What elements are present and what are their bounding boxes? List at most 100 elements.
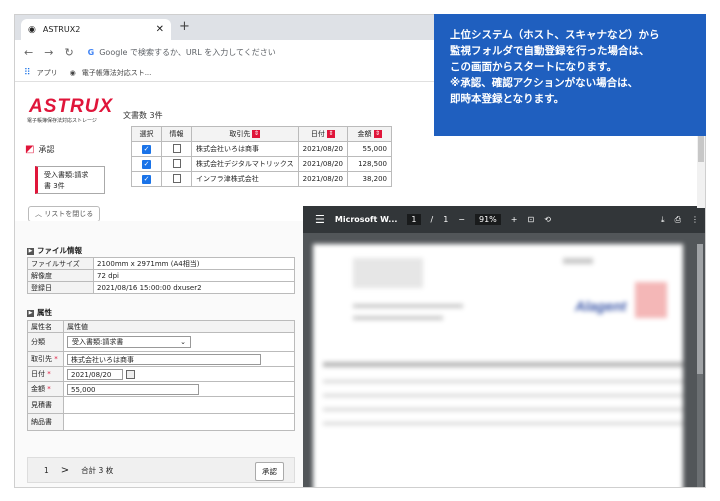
- estimate-field[interactable]: [63, 396, 295, 414]
- row-date: 2021/08/20: [297, 141, 349, 157]
- document-icon[interactable]: [172, 173, 181, 183]
- table-line: [323, 408, 683, 411]
- logo-subtitle: 電子帳簿保存法対応ストレージ: [27, 118, 97, 124]
- approve-button[interactable]: 承認: [255, 462, 284, 481]
- attr-head-value: 属性値: [63, 320, 295, 333]
- document-icon[interactable]: [172, 143, 181, 153]
- row-partner: 株式会社いろは商事: [191, 141, 299, 157]
- print-icon[interactable]: ⎙: [675, 215, 681, 225]
- table-row[interactable]: ✓ インフラ津株式会社 2021/08/20 38,200: [131, 171, 393, 187]
- zoom-out-icon[interactable]: −: [458, 215, 465, 224]
- required-mark: *: [54, 355, 58, 363]
- file-info-heading[interactable]: ▶ ファイル情報: [27, 245, 82, 256]
- chevron-down-icon: ⌄: [180, 338, 186, 346]
- browser-tab[interactable]: ◉ ASTRUX2 ✕: [21, 19, 171, 40]
- table-row: 見積書: [27, 396, 295, 414]
- sort-icon[interactable]: ⇕: [373, 130, 382, 138]
- col-amount[interactable]: 金額 ⇕: [347, 126, 393, 142]
- info-key: ファイルサイズ: [27, 257, 94, 270]
- globe-icon: ◉: [28, 24, 36, 35]
- document-table: 選択 情報 取引先 ⇕ 日付 ⇕ 金額 ⇕ ✓ 株式会社いろは商事 2021/08/2…: [131, 126, 393, 187]
- seal-stamp: [635, 282, 667, 318]
- table-line: [323, 362, 683, 367]
- calendar-icon[interactable]: [126, 370, 135, 379]
- table-header-row: 属性名 属性値: [27, 320, 295, 333]
- callout-line: 監視フォルダで自動登録を行った場合は、: [450, 45, 650, 57]
- col-partner[interactable]: 取引先 ⇕: [191, 126, 299, 142]
- back-icon[interactable]: ←: [24, 46, 33, 59]
- attr-partner-cell: 株式会社いろは商事: [63, 351, 295, 367]
- attributes-table: 属性名 属性値 分類 受入書類:請求書 ⌄ 取引先 * 株式会社いろは商事 日付 * 20…: [27, 320, 295, 431]
- attr-amount-key: 金額 *: [27, 381, 64, 397]
- bookmark-apps[interactable]: アプリ: [37, 68, 58, 78]
- amount-input[interactable]: 55,000: [67, 383, 199, 395]
- reload-icon[interactable]: ↻: [64, 46, 73, 59]
- table-line: [323, 394, 683, 397]
- text-block: [353, 304, 463, 308]
- text-block: [353, 316, 443, 320]
- apps-grid-icon[interactable]: ⠿: [24, 68, 31, 78]
- nav-box-line2: 書 3件: [44, 182, 65, 190]
- new-tab-button[interactable]: +: [179, 19, 190, 34]
- sort-icon[interactable]: ⇕: [252, 130, 261, 138]
- forward-icon[interactable]: →: [44, 46, 53, 59]
- attr-estimate-key: 見積書: [27, 396, 64, 414]
- partner-input[interactable]: 株式会社いろは商事: [67, 353, 261, 365]
- table-row: 取引先 * 株式会社いろは商事: [27, 351, 295, 367]
- attr-partner-label: 取引先: [31, 355, 52, 363]
- checkbox-checked[interactable]: ✓: [142, 174, 151, 184]
- attr-partner-key: 取引先 *: [27, 351, 64, 367]
- classification-select[interactable]: 受入書類:請求書 ⌄: [67, 336, 191, 348]
- menu-icon[interactable]: ☰: [315, 213, 325, 226]
- row-select-cell: ✓: [131, 156, 162, 172]
- omnibox[interactable]: G Google で検索するか、URL を入力してください: [88, 47, 276, 58]
- pdf-scroll-thumb[interactable]: [697, 244, 703, 374]
- table-header-row: 選択 情報 取引先 ⇕ 日付 ⇕ 金額 ⇕: [131, 126, 393, 142]
- row-amount: 38,200: [347, 171, 393, 187]
- zoom-in-icon[interactable]: +: [511, 215, 518, 224]
- close-list-button[interactable]: ︿ リストを閉じる: [28, 206, 101, 222]
- attr-date-label: 日付: [31, 370, 45, 378]
- document-icon[interactable]: [172, 158, 181, 168]
- more-icon[interactable]: ⋮: [691, 215, 699, 224]
- row-amount: 128,500: [347, 156, 393, 172]
- attributes-heading[interactable]: ▶ 属性: [27, 307, 52, 318]
- table-row: ファイルサイズ 2100mm x 2971mm (A4相当): [27, 257, 295, 270]
- close-tab-icon[interactable]: ✕: [156, 24, 164, 35]
- globe-icon: ◉: [69, 69, 76, 77]
- page-number[interactable]: 1: [44, 466, 49, 475]
- attr-amount-cell: 55,000: [63, 381, 295, 397]
- pdf-title: Microsoft W...: [334, 215, 398, 224]
- checkbox-checked[interactable]: ✓: [142, 144, 151, 154]
- next-page-icon[interactable]: >: [61, 465, 69, 476]
- sort-icon[interactable]: ⇕: [326, 130, 335, 138]
- table-row[interactable]: ✓ 株式会社いろは商事 2021/08/20 55,000: [131, 141, 393, 157]
- info-value: 72 dpi: [93, 269, 295, 282]
- delivery-field[interactable]: [63, 413, 295, 431]
- rotate-icon[interactable]: ⟲: [544, 215, 551, 224]
- page-input[interactable]: 1: [407, 214, 421, 225]
- chevron-up-icon: ︿: [35, 210, 42, 218]
- required-mark: *: [47, 370, 51, 378]
- nav-invoice-folder[interactable]: 受入書類:請求 書 3件: [35, 166, 105, 194]
- table-row[interactable]: ✓ 株式会社デジタルマトリックス 2021/08/20 128,500: [131, 156, 393, 172]
- col-date[interactable]: 日付 ⇕: [297, 126, 349, 142]
- zoom-level[interactable]: 91%: [475, 214, 501, 225]
- table-row: 登録日 2021/08/16 15:00:00 dxuser2: [27, 281, 295, 294]
- row-select-cell: ✓: [131, 171, 162, 187]
- fit-page-icon[interactable]: ⊡: [527, 215, 534, 224]
- pdf-scrollbar[interactable]: [697, 244, 703, 487]
- omnibox-placeholder: Google で検索するか、URL を入力してください: [99, 48, 276, 57]
- bookmark-site[interactable]: 電子帳簿法対応スト...: [82, 68, 152, 78]
- date-input[interactable]: 2021/08/20: [67, 368, 123, 380]
- nav-approve[interactable]: ◩ 承認: [25, 144, 54, 155]
- checkbox-checked[interactable]: ✓: [142, 159, 151, 169]
- attr-amount-label: 金額: [31, 385, 45, 393]
- row-partner: 株式会社デジタルマトリックス: [191, 156, 299, 172]
- classification-value: 受入書類:請求書: [72, 338, 124, 346]
- callout-line: ※承認、確認アクションがない場合は、: [450, 77, 639, 89]
- table-row: 日付 * 2021/08/20: [27, 366, 295, 382]
- download-icon[interactable]: ⤓: [661, 215, 665, 225]
- nav-box-line1: 受入書類:請求: [44, 171, 89, 179]
- attr-date-key: 日付 *: [27, 366, 64, 382]
